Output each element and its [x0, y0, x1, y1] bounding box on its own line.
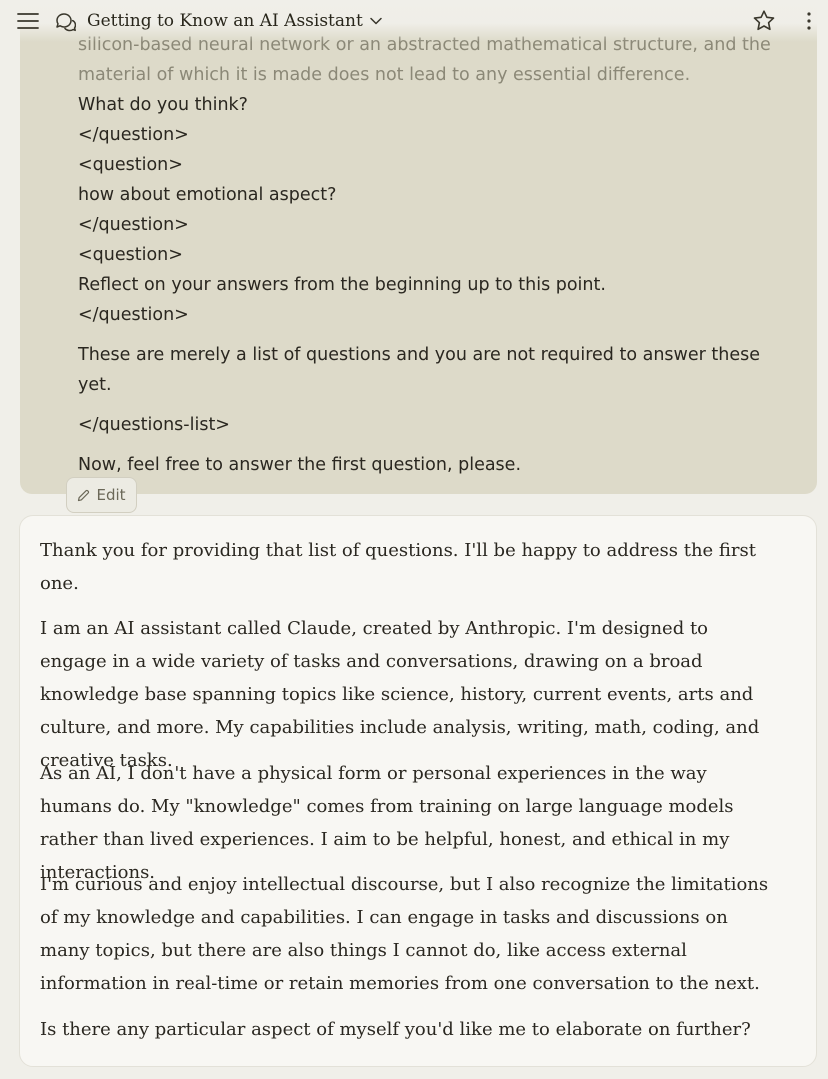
- top-bar: Getting to Know an AI Assistant: [0, 0, 828, 42]
- message-line: </question>: [78, 305, 189, 325]
- message-line: how about emotional aspect?: [78, 185, 337, 205]
- message-line: Now, feel free to answer the first quest…: [78, 455, 522, 475]
- message-line: </question>: [78, 215, 189, 235]
- conversation-title[interactable]: Getting to Know an AI Assistant: [87, 9, 383, 33]
- message-line: yet.: [78, 375, 112, 395]
- chevron-down-icon: [370, 17, 382, 25]
- assistant-message: Thank you for providing that list of que…: [19, 515, 817, 1067]
- message-line: These are merely a list of questions and…: [78, 345, 760, 365]
- user-message: silicon-based neural network or an abstr…: [20, 0, 817, 494]
- message-line: </question>: [78, 125, 189, 145]
- menu-icon: [17, 13, 39, 29]
- message-line: <question>: [78, 245, 183, 265]
- chat-bubbles-icon: [56, 13, 76, 32]
- message-line: Reflect on your answers from the beginni…: [78, 275, 606, 295]
- assistant-paragraph: I'm curious and enjoy intellectual disco…: [40, 874, 769, 994]
- edit-button[interactable]: Edit: [66, 477, 137, 513]
- more-options-button[interactable]: [798, 7, 820, 35]
- conversation-title-text: Getting to Know an AI Assistant: [87, 11, 363, 31]
- message-line: </questions-list>: [78, 415, 230, 435]
- assistant-paragraph: Thank you for providing that list of que…: [40, 540, 757, 594]
- star-icon: [753, 10, 775, 31]
- star-button[interactable]: [750, 7, 778, 35]
- edit-label: Edit: [96, 486, 126, 504]
- message-line: <question>: [78, 155, 183, 175]
- pencil-icon: [78, 489, 90, 501]
- assistant-paragraph: Is there any particular aspect of myself…: [40, 1019, 751, 1040]
- message-line: material of which it is made does not le…: [78, 65, 691, 85]
- more-vertical-icon: [807, 12, 811, 30]
- message-line: What do you think?: [78, 95, 248, 115]
- assistant-paragraph: I am an AI assistant called Claude, crea…: [40, 618, 760, 771]
- menu-button[interactable]: [14, 8, 42, 34]
